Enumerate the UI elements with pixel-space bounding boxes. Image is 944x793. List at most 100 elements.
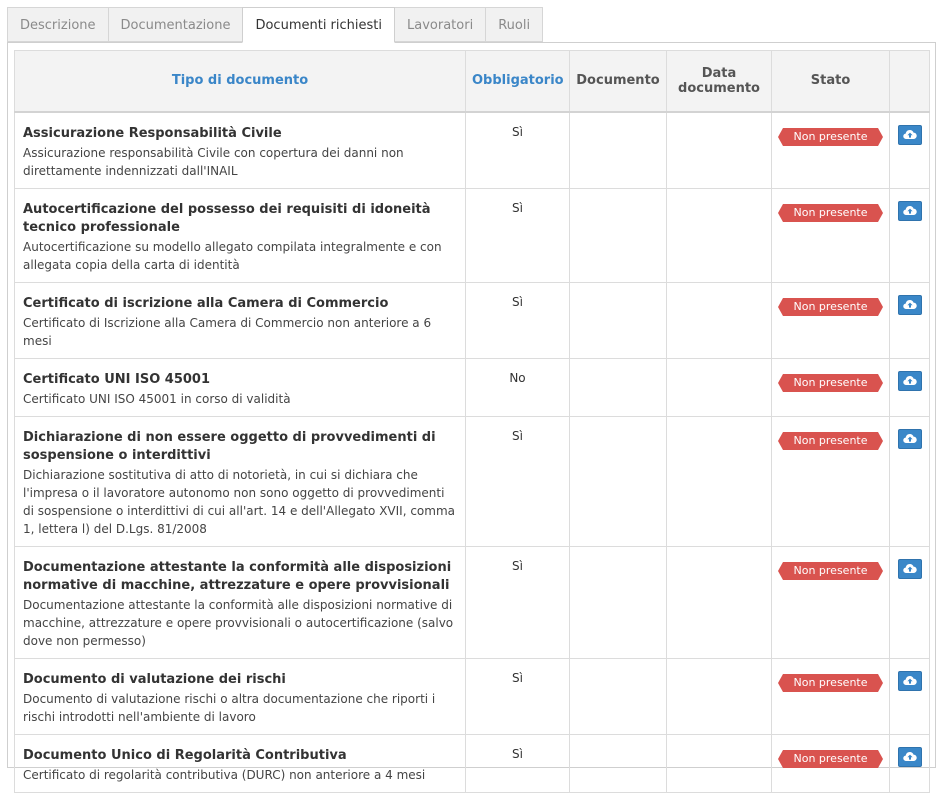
header-tipo-documento[interactable]: Tipo di documento: [14, 50, 466, 113]
cell-document-type: Certificato UNI ISO 45001 Certificato UNI…: [14, 357, 466, 417]
cell-required: Sì: [465, 281, 570, 359]
upload-button[interactable]: [897, 294, 922, 315]
tab-documentazione[interactable]: Documentazione: [107, 7, 243, 42]
cell-document: [569, 545, 667, 659]
tab-descrizione[interactable]: Descrizione: [7, 7, 108, 42]
cell-status: Non presente: [771, 357, 890, 417]
cloud-upload-icon: [902, 675, 917, 685]
upload-button[interactable]: [897, 428, 922, 449]
header-documento: Documento: [569, 50, 667, 113]
cell-required: Sì: [465, 111, 570, 189]
status-badge: Non presente: [778, 127, 883, 146]
document-title: Dichiarazione di non essere oggetto di p…: [23, 429, 436, 463]
document-description: Assicurazione responsabilità Civile con …: [23, 145, 404, 178]
document-description: Documento di valutazione rischi o altra …: [23, 691, 436, 724]
document-description: Autocertificazione su modello allegato c…: [23, 239, 442, 272]
cell-status: Non presente: [771, 415, 890, 547]
table-row: Documento di valutazione dei rischi Docum…: [14, 657, 930, 735]
required-documents-table: Tipo di documento Obbligatorio Documento…: [14, 50, 930, 793]
cloud-upload-icon: [902, 751, 917, 761]
cell-document: [569, 357, 667, 417]
cloud-upload-icon: [902, 299, 917, 309]
document-description: Certificato UNI ISO 45001 in corso di va…: [23, 391, 291, 406]
cell-document: [569, 733, 667, 793]
cell-required: No: [465, 357, 570, 417]
cell-document-date: [666, 281, 772, 359]
cell-required: Sì: [465, 733, 570, 793]
document-title: Autocertificazione del possesso dei requ…: [23, 201, 431, 235]
cell-document-type: Assicurazione Responsabilità Civile Assic…: [14, 111, 466, 189]
tab-bar: Descrizione Documentazione Documenti ric…: [7, 7, 544, 43]
cell-document-date: [666, 657, 772, 735]
tab-documenti-richiesti[interactable]: Documenti richiesti: [242, 7, 395, 43]
upload-button[interactable]: [897, 370, 922, 391]
upload-button[interactable]: [897, 746, 922, 767]
tab-ruoli[interactable]: Ruoli: [485, 7, 544, 42]
cell-actions: [889, 733, 930, 793]
header-stato: Stato: [771, 50, 890, 113]
cell-document-date: [666, 187, 772, 283]
document-title: Assicurazione Responsabilità Civile: [23, 125, 282, 141]
cell-document: [569, 187, 667, 283]
cell-document-date: [666, 357, 772, 417]
cell-required: Sì: [465, 415, 570, 547]
upload-button[interactable]: [897, 670, 922, 691]
upload-button[interactable]: [897, 124, 922, 145]
document-title: Documentazione attestante la conformità …: [23, 559, 452, 593]
cell-actions: [889, 657, 930, 735]
cell-document-date: [666, 733, 772, 793]
cell-status: Non presente: [771, 657, 890, 735]
tab-lavoratori[interactable]: Lavoratori: [395, 7, 486, 42]
cell-status: Non presente: [771, 187, 890, 283]
upload-button[interactable]: [897, 200, 922, 221]
cell-required: Sì: [465, 545, 570, 659]
cell-document-date: [666, 111, 772, 189]
cell-required: Sì: [465, 657, 570, 735]
status-badge: Non presente: [778, 297, 883, 316]
table-row: Documentazione attestante la conformità …: [14, 545, 930, 659]
cell-required: Sì: [465, 187, 570, 283]
status-badge: Non presente: [778, 203, 883, 222]
document-title: Certificato di iscrizione alla Camera di…: [23, 295, 389, 311]
cell-document-type: Certificato di iscrizione alla Camera di…: [14, 281, 466, 359]
cell-document: [569, 415, 667, 547]
cloud-upload-icon: [902, 433, 917, 443]
document-title: Documento di valutazione dei rischi: [23, 671, 286, 687]
cell-status: Non presente: [771, 111, 890, 189]
cell-document-type: Documentazione attestante la conformità …: [14, 545, 466, 659]
upload-button[interactable]: [897, 558, 922, 579]
table-row: Documento Unico di Regolarità Contributi…: [14, 733, 930, 793]
cloud-upload-icon: [902, 205, 917, 215]
cell-actions: [889, 357, 930, 417]
cell-document-type: Autocertificazione del possesso dei requ…: [14, 187, 466, 283]
cloud-upload-icon: [902, 129, 917, 139]
cell-document-type: Documento di valutazione dei rischi Docum…: [14, 657, 466, 735]
status-badge: Non presente: [778, 373, 883, 392]
cell-status: Non presente: [771, 281, 890, 359]
cell-document-date: [666, 415, 772, 547]
document-description: Dichiarazione sostitutiva di atto di not…: [23, 467, 456, 536]
table-row: Dichiarazione di non essere oggetto di p…: [14, 415, 930, 547]
cell-actions: [889, 281, 930, 359]
header-data-documento: Data documento: [666, 50, 772, 113]
status-badge: Non presente: [778, 561, 883, 580]
header-obbligatorio[interactable]: Obbligatorio: [465, 50, 570, 113]
document-description: Certificato di Iscrizione alla Camera di…: [23, 315, 432, 348]
status-badge: Non presente: [778, 749, 883, 768]
cell-document: [569, 281, 667, 359]
status-badge: Non presente: [778, 431, 883, 450]
cell-actions: [889, 111, 930, 189]
document-title: Documento Unico di Regolarità Contributi…: [23, 747, 347, 763]
document-description: Documentazione attestante la conformità …: [23, 597, 454, 648]
cell-document: [569, 657, 667, 735]
table-row: Certificato UNI ISO 45001 Certificato UNI…: [14, 357, 930, 417]
tab-panel: Tipo di documento Obbligatorio Documento…: [7, 42, 936, 793]
cell-status: Non presente: [771, 733, 890, 793]
cell-actions: [889, 415, 930, 547]
table-row: Certificato di iscrizione alla Camera di…: [14, 281, 930, 359]
cell-document-type: Documento Unico di Regolarità Contributi…: [14, 733, 466, 793]
cell-actions: [889, 545, 930, 659]
cell-document-type: Dichiarazione di non essere oggetto di p…: [14, 415, 466, 547]
status-badge: Non presente: [778, 673, 883, 692]
document-description: Certificato di regolarità contributiva (…: [23, 767, 426, 782]
